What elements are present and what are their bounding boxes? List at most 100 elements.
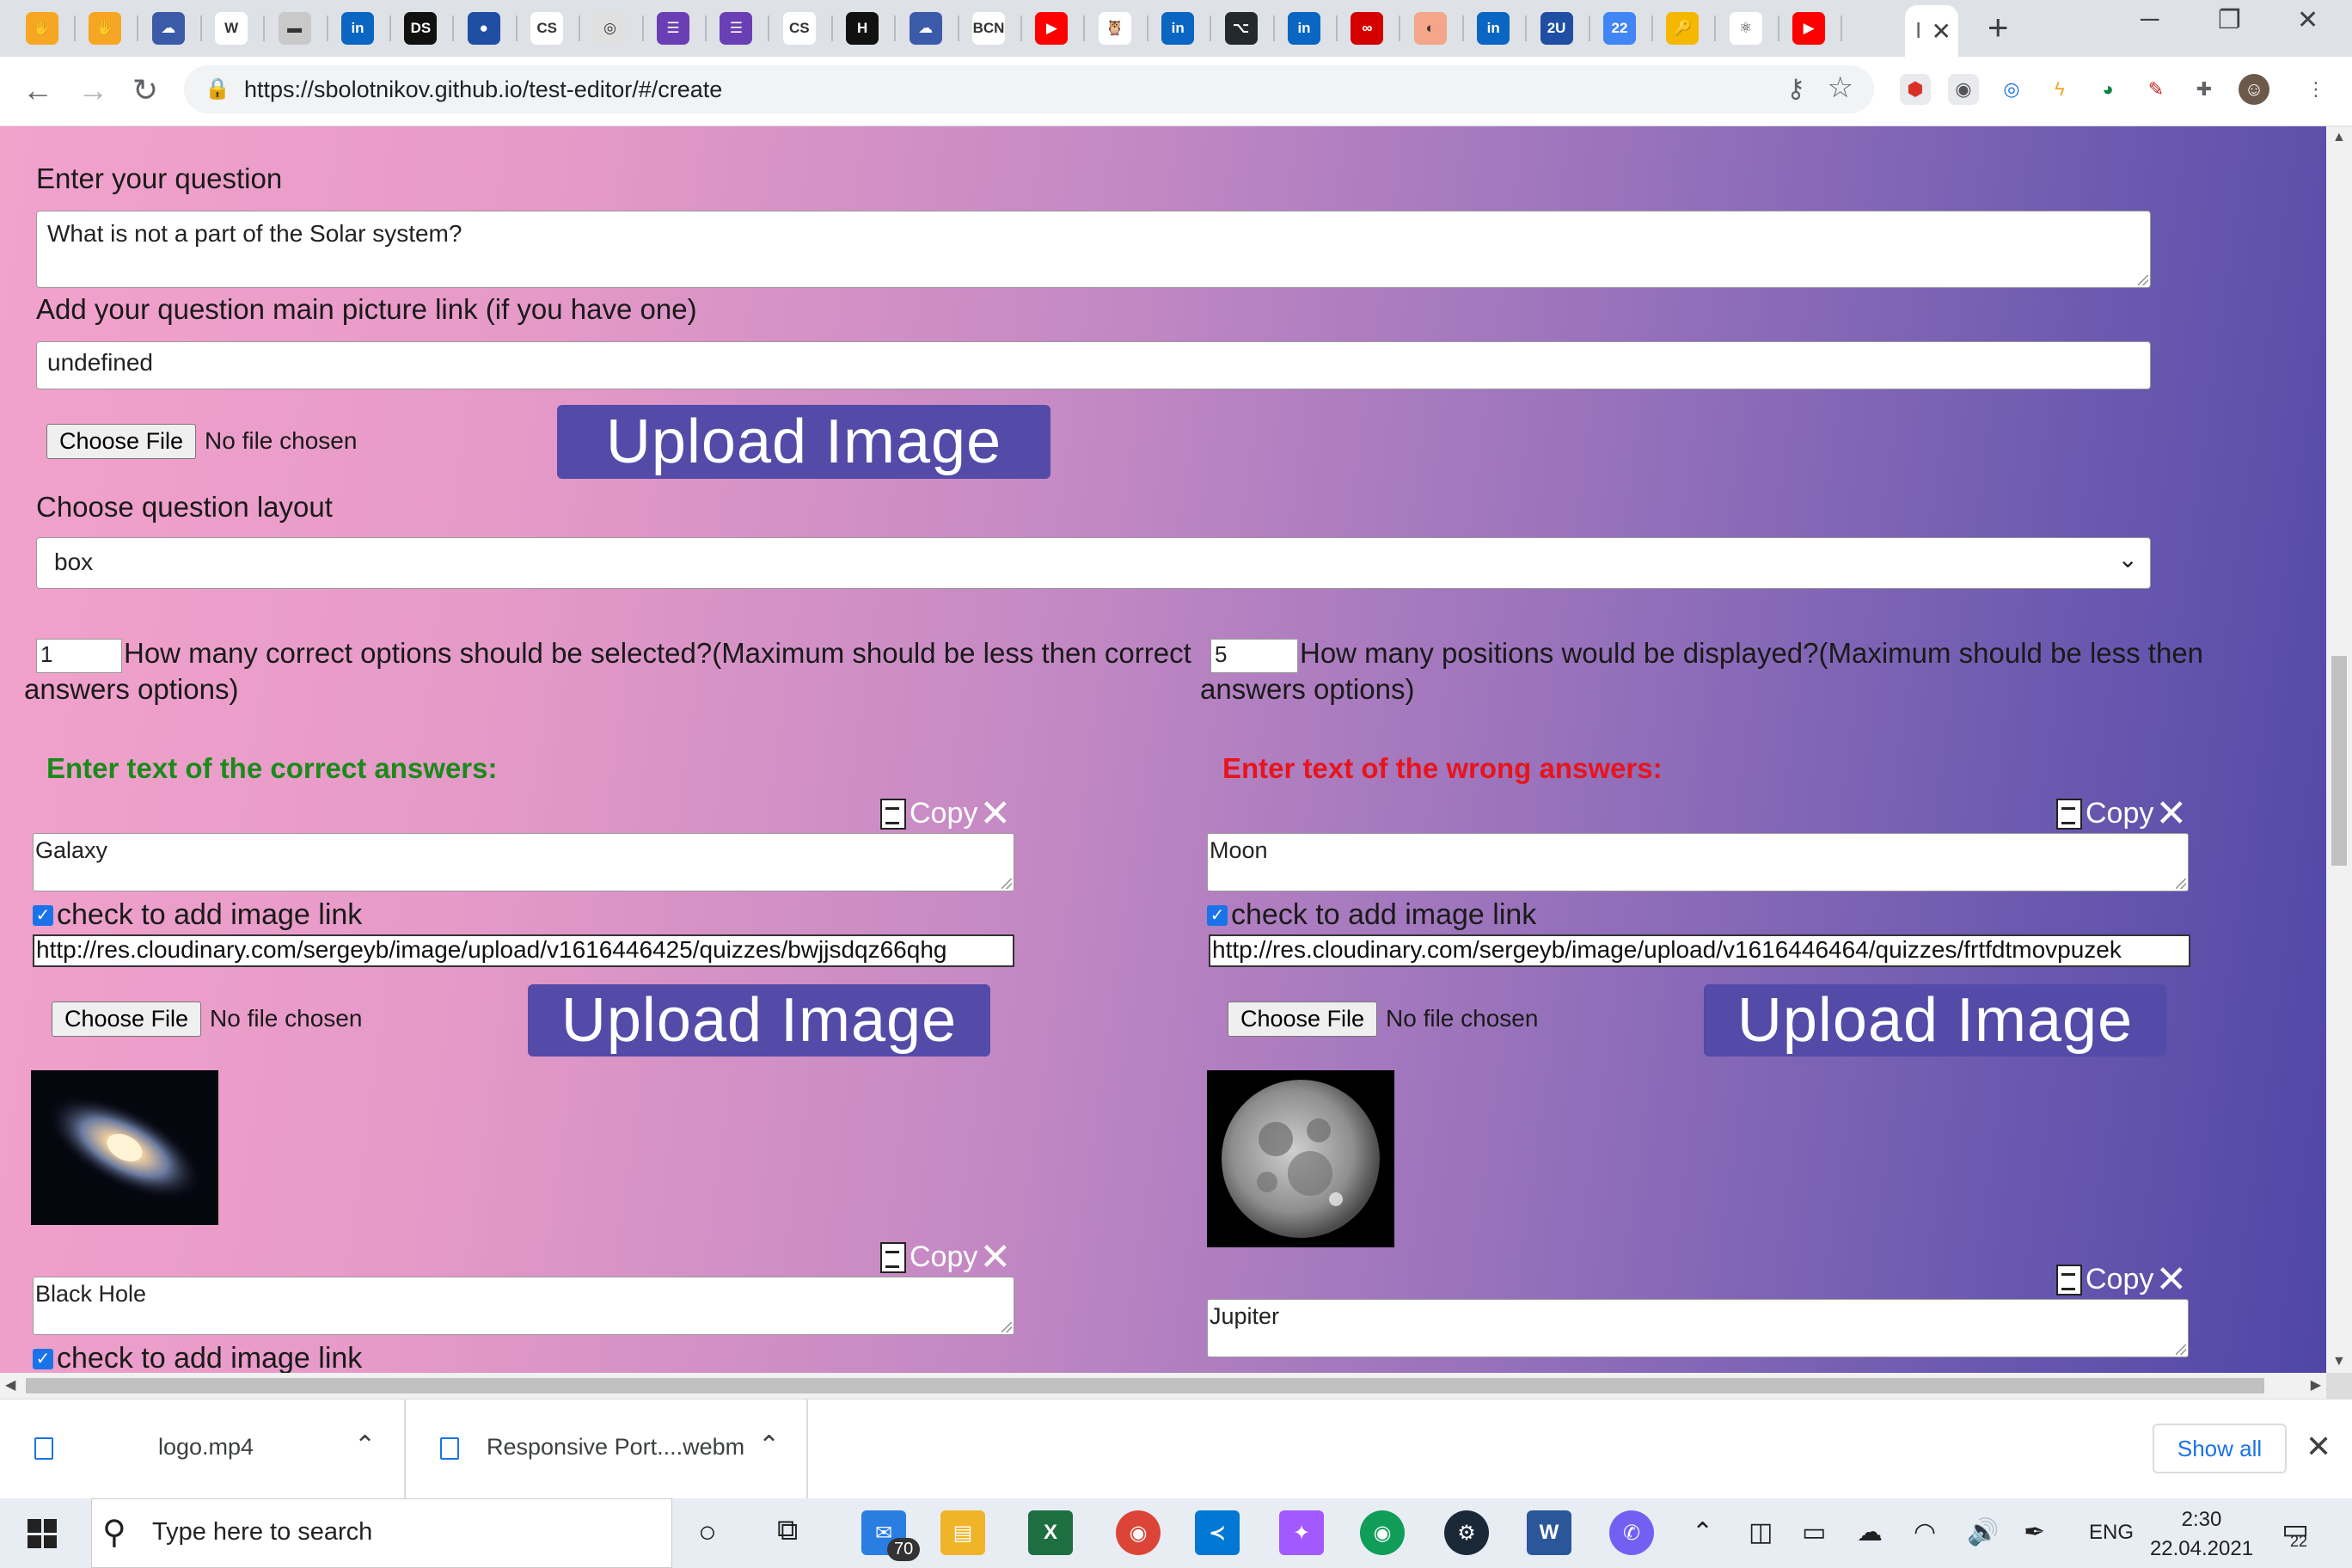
image-link-checkbox[interactable]: ✓ check to add image link (33, 898, 362, 932)
resize-grip-icon[interactable] (1001, 1322, 1012, 1332)
word-icon[interactable]: W (1527, 1510, 1571, 1555)
figma-icon[interactable]: ✦ (1279, 1510, 1324, 1555)
linkedin-icon[interactable]: in (1288, 12, 1320, 45)
palette-icon[interactable]: ◕ (2092, 74, 2123, 105)
image-link-input[interactable]: http://res.cloudinary.com/sergeyb/image/… (33, 934, 1014, 967)
scroll-down-icon[interactable]: ▼ (2332, 1354, 2346, 1369)
hand-icon[interactable]: ✋ (26, 12, 58, 45)
cs-icon[interactable]: CS (530, 12, 564, 45)
minimize-icon[interactable]: ─ (2141, 5, 2159, 34)
cs-icon[interactable]: CS (782, 12, 816, 45)
close-icon[interactable]: ✕ (2155, 794, 2187, 832)
resize-grip-icon[interactable] (1001, 879, 1012, 889)
pen-icon[interactable]: ✒ (2024, 1517, 2045, 1547)
hand-icon[interactable]: ✋ (89, 12, 122, 45)
clock[interactable]: 2:30 22.04.2021 (2146, 1505, 2257, 1564)
resize-grip-icon[interactable] (2176, 1344, 2186, 1355)
scroll-left-icon[interactable]: ◀ (5, 1376, 15, 1393)
choose-file-button[interactable]: Choose File (52, 1001, 202, 1037)
battery-icon[interactable]: ▭ (1802, 1517, 1826, 1547)
codewars-icon[interactable]: ∞ (1351, 12, 1384, 45)
checkmark-icon[interactable]: ✓ (33, 904, 53, 926)
taskbar-search[interactable]: ⚲ Type here to search (91, 1498, 672, 1568)
copy-button[interactable]: Copy ✕ (880, 1238, 1011, 1276)
file-explorer-icon[interactable]: ▤ (940, 1510, 985, 1555)
task-view-icon[interactable]: ⧉ (777, 1514, 798, 1547)
close-icon[interactable]: ✕ (979, 794, 1011, 832)
meet-icon[interactable]: ◫ (1749, 1517, 1773, 1547)
answer-textarea[interactable]: Black Hole (33, 1277, 1014, 1335)
picture-link-input[interactable]: undefined (36, 341, 2151, 389)
scrollbar-thumb[interactable] (2331, 656, 2347, 866)
image-link-checkbox[interactable]: ✓ check to add image link (33, 1342, 362, 1373)
app-icon[interactable]: ◐ (1413, 12, 1447, 45)
page-icon[interactable]: ▬ (278, 12, 311, 45)
calendar-icon[interactable]: 22 (1603, 12, 1636, 45)
choose-file-button[interactable]: Choose File (1228, 1001, 1378, 1037)
windows-start-icon[interactable] (28, 1519, 57, 1548)
cloud-icon[interactable]: ☁ (909, 12, 942, 45)
language-indicator[interactable]: ENG (2089, 1521, 2134, 1545)
linkedin-icon[interactable]: in (1477, 12, 1510, 45)
resize-grip-icon[interactable] (2176, 879, 2186, 889)
back-icon[interactable]: ← (22, 72, 53, 108)
copy-button[interactable]: Copy ✕ (880, 794, 1011, 832)
puzzle-icon[interactable]: ✚ (2189, 74, 2220, 105)
2u-icon[interactable]: 2U (1540, 12, 1573, 45)
circle-icon[interactable]: ● (467, 12, 500, 45)
wikipedia-icon[interactable]: W (215, 12, 248, 45)
download-item[interactable]: Responsive Port....webm ⌃ (406, 1400, 808, 1499)
github-icon[interactable]: ⌥ (1224, 12, 1258, 45)
excel-icon[interactable]: X (1028, 1510, 1073, 1555)
chevron-up-icon[interactable]: ⌃ (354, 1430, 376, 1461)
upload-image-button[interactable]: Upload Image (1704, 984, 2166, 1057)
checkmark-icon[interactable]: ✓ (33, 1348, 53, 1369)
key-icon[interactable]: ⚷ (1786, 74, 1805, 104)
volume-icon[interactable]: 🔊 (1967, 1517, 1999, 1547)
upload-image-button[interactable]: Upload Image (528, 984, 990, 1057)
answer-textarea[interactable]: Moon (1207, 833, 2189, 891)
image-link-input[interactable]: http://res.cloudinary.com/sergeyb/image/… (1209, 934, 2190, 967)
forward-icon[interactable]: → (77, 72, 108, 108)
chrome-icon[interactable]: ◉ (1116, 1510, 1161, 1555)
linkedin-icon[interactable]: in (1161, 12, 1195, 45)
bookmark-star-icon[interactable]: ☆ (1828, 70, 1853, 105)
layout-select[interactable]: box ⌄ (36, 537, 2151, 589)
wifi-icon[interactable]: ◠ (1914, 1517, 1936, 1547)
owl-icon[interactable]: 🦉 (1098, 12, 1131, 45)
address-bar[interactable]: 🔒 https://sbolotnikov.github.io/test-edi… (184, 65, 1874, 113)
copy-button[interactable]: Copy ✕ (2056, 1260, 2187, 1298)
show-all-button[interactable]: Show all (2153, 1424, 2287, 1473)
badge-icon[interactable]: ◎ (593, 12, 627, 45)
resize-grip-icon[interactable] (2138, 275, 2148, 285)
close-window-icon[interactable]: ✕ (2297, 5, 2318, 35)
dropper-icon[interactable]: ✎ (2141, 74, 2171, 105)
menu-icon[interactable]: ⋮ (2300, 74, 2331, 105)
close-icon[interactable]: ✕ (2155, 1260, 2187, 1298)
answer-textarea[interactable]: Galaxy (33, 833, 1014, 891)
react-icon[interactable]: ⚛ (1729, 12, 1762, 45)
question-textarea[interactable]: What is not a part of the Solar system? (36, 211, 2151, 288)
extension-icon[interactable]: ϟ (2044, 74, 2075, 105)
cloud-icon[interactable]: ☁ (151, 12, 185, 45)
linkedin-icon[interactable]: in (341, 12, 374, 45)
key-icon[interactable]: 🔑 (1666, 12, 1700, 45)
reload-icon[interactable]: ↻ (132, 72, 158, 108)
list-icon[interactable]: ☰ (720, 12, 753, 45)
download-item[interactable]: logo.mp4 ⌃ (0, 1400, 406, 1499)
tray-chevron-icon[interactable]: ⌃ (1692, 1517, 1713, 1547)
youtube-icon[interactable]: ▶ (1792, 12, 1826, 45)
new-tab-icon[interactable]: + (1988, 7, 2009, 48)
restore-icon[interactable]: ❐ (2218, 5, 2241, 35)
upload-image-button[interactable]: Upload Image (557, 405, 1050, 479)
h-icon[interactable]: H (846, 12, 879, 45)
chrome-icon[interactable]: ◉ (1360, 1510, 1405, 1555)
scroll-right-icon[interactable]: ▶ (2311, 1376, 2321, 1393)
close-tab-icon[interactable]: ✕ (1932, 17, 1951, 46)
chevron-up-icon[interactable]: ⌃ (758, 1430, 780, 1461)
image-link-checkbox[interactable]: ✓ check to add image link (1207, 898, 1536, 932)
url-text[interactable]: https://sbolotnikov.github.io/test-edito… (244, 77, 722, 103)
extension-icon[interactable]: ◉ (1948, 74, 1979, 105)
copy-button[interactable]: Copy ✕ (2056, 794, 2187, 832)
checkmark-icon[interactable]: ✓ (1207, 904, 1228, 926)
